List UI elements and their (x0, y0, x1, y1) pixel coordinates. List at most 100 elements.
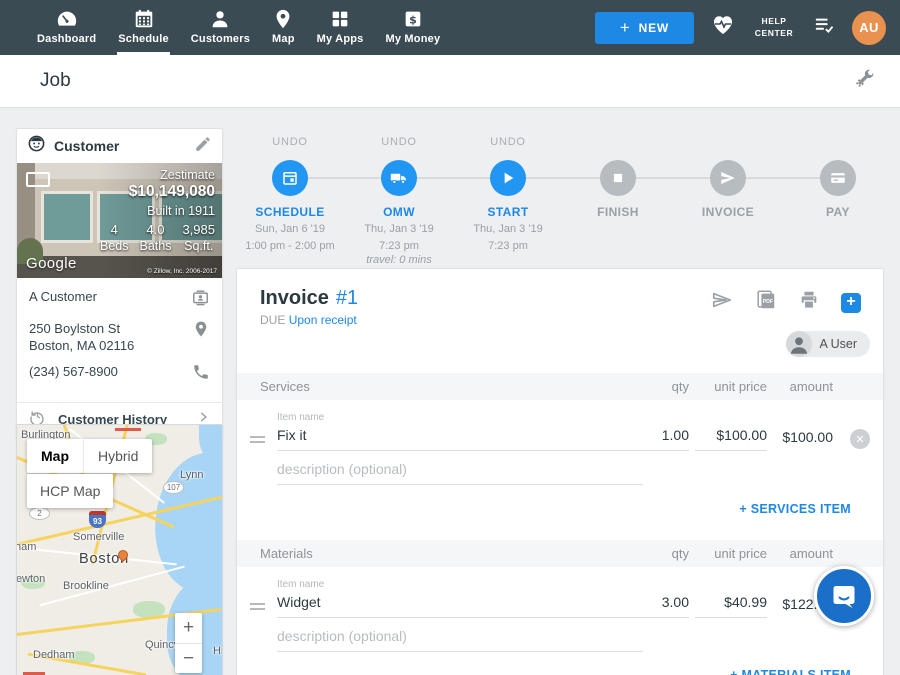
service-qty-input[interactable]: 1.00 (629, 427, 689, 451)
map-label-waltham-fragment: ham (17, 541, 36, 553)
undo-schedule-button[interactable]: UNDO (230, 136, 350, 150)
print-icon[interactable] (798, 289, 820, 316)
start-step-label[interactable]: START (448, 205, 568, 219)
undo-start-button[interactable]: UNDO (448, 136, 568, 150)
nav-label-customers: Customers (191, 33, 250, 45)
zestimate-value: $10,149,080 (100, 183, 215, 201)
schedule-step-icon[interactable] (272, 160, 308, 196)
streetview-pano-icon (26, 172, 50, 187)
material-item-name-input[interactable]: Widget (277, 594, 643, 618)
assignee-avatar-icon (786, 331, 812, 357)
material-qty-input[interactable]: 3.00 (629, 594, 689, 618)
send-invoice-icon[interactable] (710, 289, 734, 316)
zestimate-overlay: Zestimate $10,149,080 Built in 1911 4 Be… (100, 168, 215, 253)
job-settings-icon[interactable] (853, 67, 876, 95)
undo-spacer (778, 136, 898, 150)
route-107-shield: 107 (163, 481, 184, 494)
map-label-newton: Newton (17, 573, 45, 585)
invoice-title-row: Invoice #1 (260, 287, 358, 310)
service-item-name-input[interactable]: Fix it (277, 427, 643, 451)
timeline-step-pay: PAY (778, 128, 898, 219)
map-label-lynn: Lynn (180, 469, 203, 481)
customer-info: A Customer 250 Boylston St Boston, MA 02… (17, 278, 222, 402)
address-line2: Boston, MA 02116 (29, 338, 134, 353)
service-amount: $100.00 (749, 429, 833, 445)
contact-card-icon[interactable] (191, 288, 210, 311)
map-type-map-button[interactable]: Map (27, 439, 83, 473)
map-label-brookline: Brookline (63, 580, 109, 592)
user-avatar[interactable]: AU (852, 11, 886, 45)
apps-grid-icon (329, 8, 351, 30)
finish-step-label[interactable]: FINISH (558, 205, 678, 219)
help-center-label[interactable]: HELP CENTER (752, 16, 796, 39)
map-road (39, 566, 184, 607)
nav-menu: Dashboard Schedule Customers Map My Apps… (26, 0, 451, 55)
nav-item-my-money[interactable]: $ My Money (375, 0, 452, 55)
nav-item-schedule[interactable]: Schedule (107, 0, 180, 55)
pay-step-icon[interactable] (820, 160, 856, 196)
start-step-icon[interactable] (490, 160, 526, 196)
app-window: Dashboard Schedule Customers Map My Apps… (0, 0, 900, 675)
customer-name-row: A Customer (29, 288, 210, 311)
invoice-actions: PDF + (710, 289, 861, 316)
material-description-input[interactable]: description (optional) (277, 628, 643, 652)
map-pin-icon (272, 8, 294, 30)
beds-value: 4 (100, 222, 129, 237)
assigned-user-chip[interactable]: A User (786, 331, 870, 357)
phone-icon[interactable] (192, 363, 210, 385)
amount-column-header: amount (755, 379, 833, 394)
activity-list-icon[interactable] (812, 14, 836, 41)
customer-name: A Customer (29, 288, 183, 311)
sqft-stat: 3,985 Sq.ft. (182, 222, 215, 253)
baths-value: 4.0 (139, 222, 171, 237)
sqft-value: 3,985 (182, 222, 215, 237)
zoom-out-button[interactable]: − (175, 643, 202, 673)
materials-section-title: Materials (260, 546, 313, 561)
nav-item-customers[interactable]: Customers (180, 0, 261, 55)
pdf-icon[interactable]: PDF (755, 289, 777, 316)
heart-pulse-icon[interactable] (710, 13, 736, 42)
start-time: 7:23 pm (448, 239, 568, 253)
timeline-step-invoice: INVOICE (668, 128, 788, 219)
invoice-step-label[interactable]: INVOICE (668, 205, 788, 219)
finish-step-icon[interactable] (600, 160, 636, 196)
nav-item-dashboard[interactable]: Dashboard (26, 0, 107, 55)
new-button[interactable]: + NEW (595, 12, 694, 44)
dashboard-icon (56, 8, 78, 30)
property-photo[interactable]: Zestimate $10,149,080 Built in 1911 4 Be… (17, 163, 222, 278)
add-materials-item-link[interactable]: + MATERIALS ITEM (730, 668, 851, 675)
undo-omw-button[interactable]: UNDO (339, 136, 459, 150)
nav-item-my-apps[interactable]: My Apps (306, 0, 375, 55)
plus-icon: + (620, 19, 631, 36)
map-widget[interactable]: Burlington Lynn Somerville ham Boston Ne… (16, 424, 223, 675)
beds-stat: 4 Beds (100, 222, 129, 253)
location-pin-icon[interactable] (192, 320, 210, 342)
hcp-map-button[interactable]: HCP Map (27, 474, 113, 508)
qty-column-header: qty (629, 546, 689, 561)
map-type-hybrid-button[interactable]: Hybrid (83, 439, 152, 473)
address-line1: 250 Boylston St (29, 321, 120, 336)
map-type-control: Map Hybrid (27, 439, 152, 473)
add-invoice-item-button[interactable]: + (841, 293, 861, 313)
sqft-label: Sq.ft. (182, 239, 215, 253)
schedule-step-label[interactable]: SCHEDULE (230, 205, 350, 219)
delete-service-item-button[interactable]: ✕ (850, 429, 870, 449)
nav-label-schedule: Schedule (118, 33, 169, 45)
omw-step-label[interactable]: OMW (339, 205, 459, 219)
pay-step-label[interactable]: PAY (778, 205, 898, 219)
service-description-input[interactable]: description (optional) (277, 461, 643, 485)
edit-pencil-icon[interactable] (194, 135, 212, 158)
nav-item-map[interactable]: Map (261, 0, 306, 55)
timeline-step-finish: FINISH (558, 128, 678, 219)
chat-widget-button[interactable] (814, 566, 874, 626)
omw-step-icon[interactable] (381, 160, 417, 196)
zoom-in-button[interactable]: + (175, 613, 202, 643)
add-services-item-link[interactable]: + SERVICES ITEM (739, 502, 851, 516)
drag-handle[interactable] (250, 436, 265, 446)
chat-smile-icon (830, 582, 858, 610)
invoice-step-icon[interactable] (710, 160, 746, 196)
drag-handle[interactable] (250, 603, 265, 613)
invoice-number[interactable]: #1 (336, 287, 358, 310)
services-section-title: Services (260, 379, 310, 394)
due-value-link[interactable]: Upon receipt (289, 313, 357, 327)
